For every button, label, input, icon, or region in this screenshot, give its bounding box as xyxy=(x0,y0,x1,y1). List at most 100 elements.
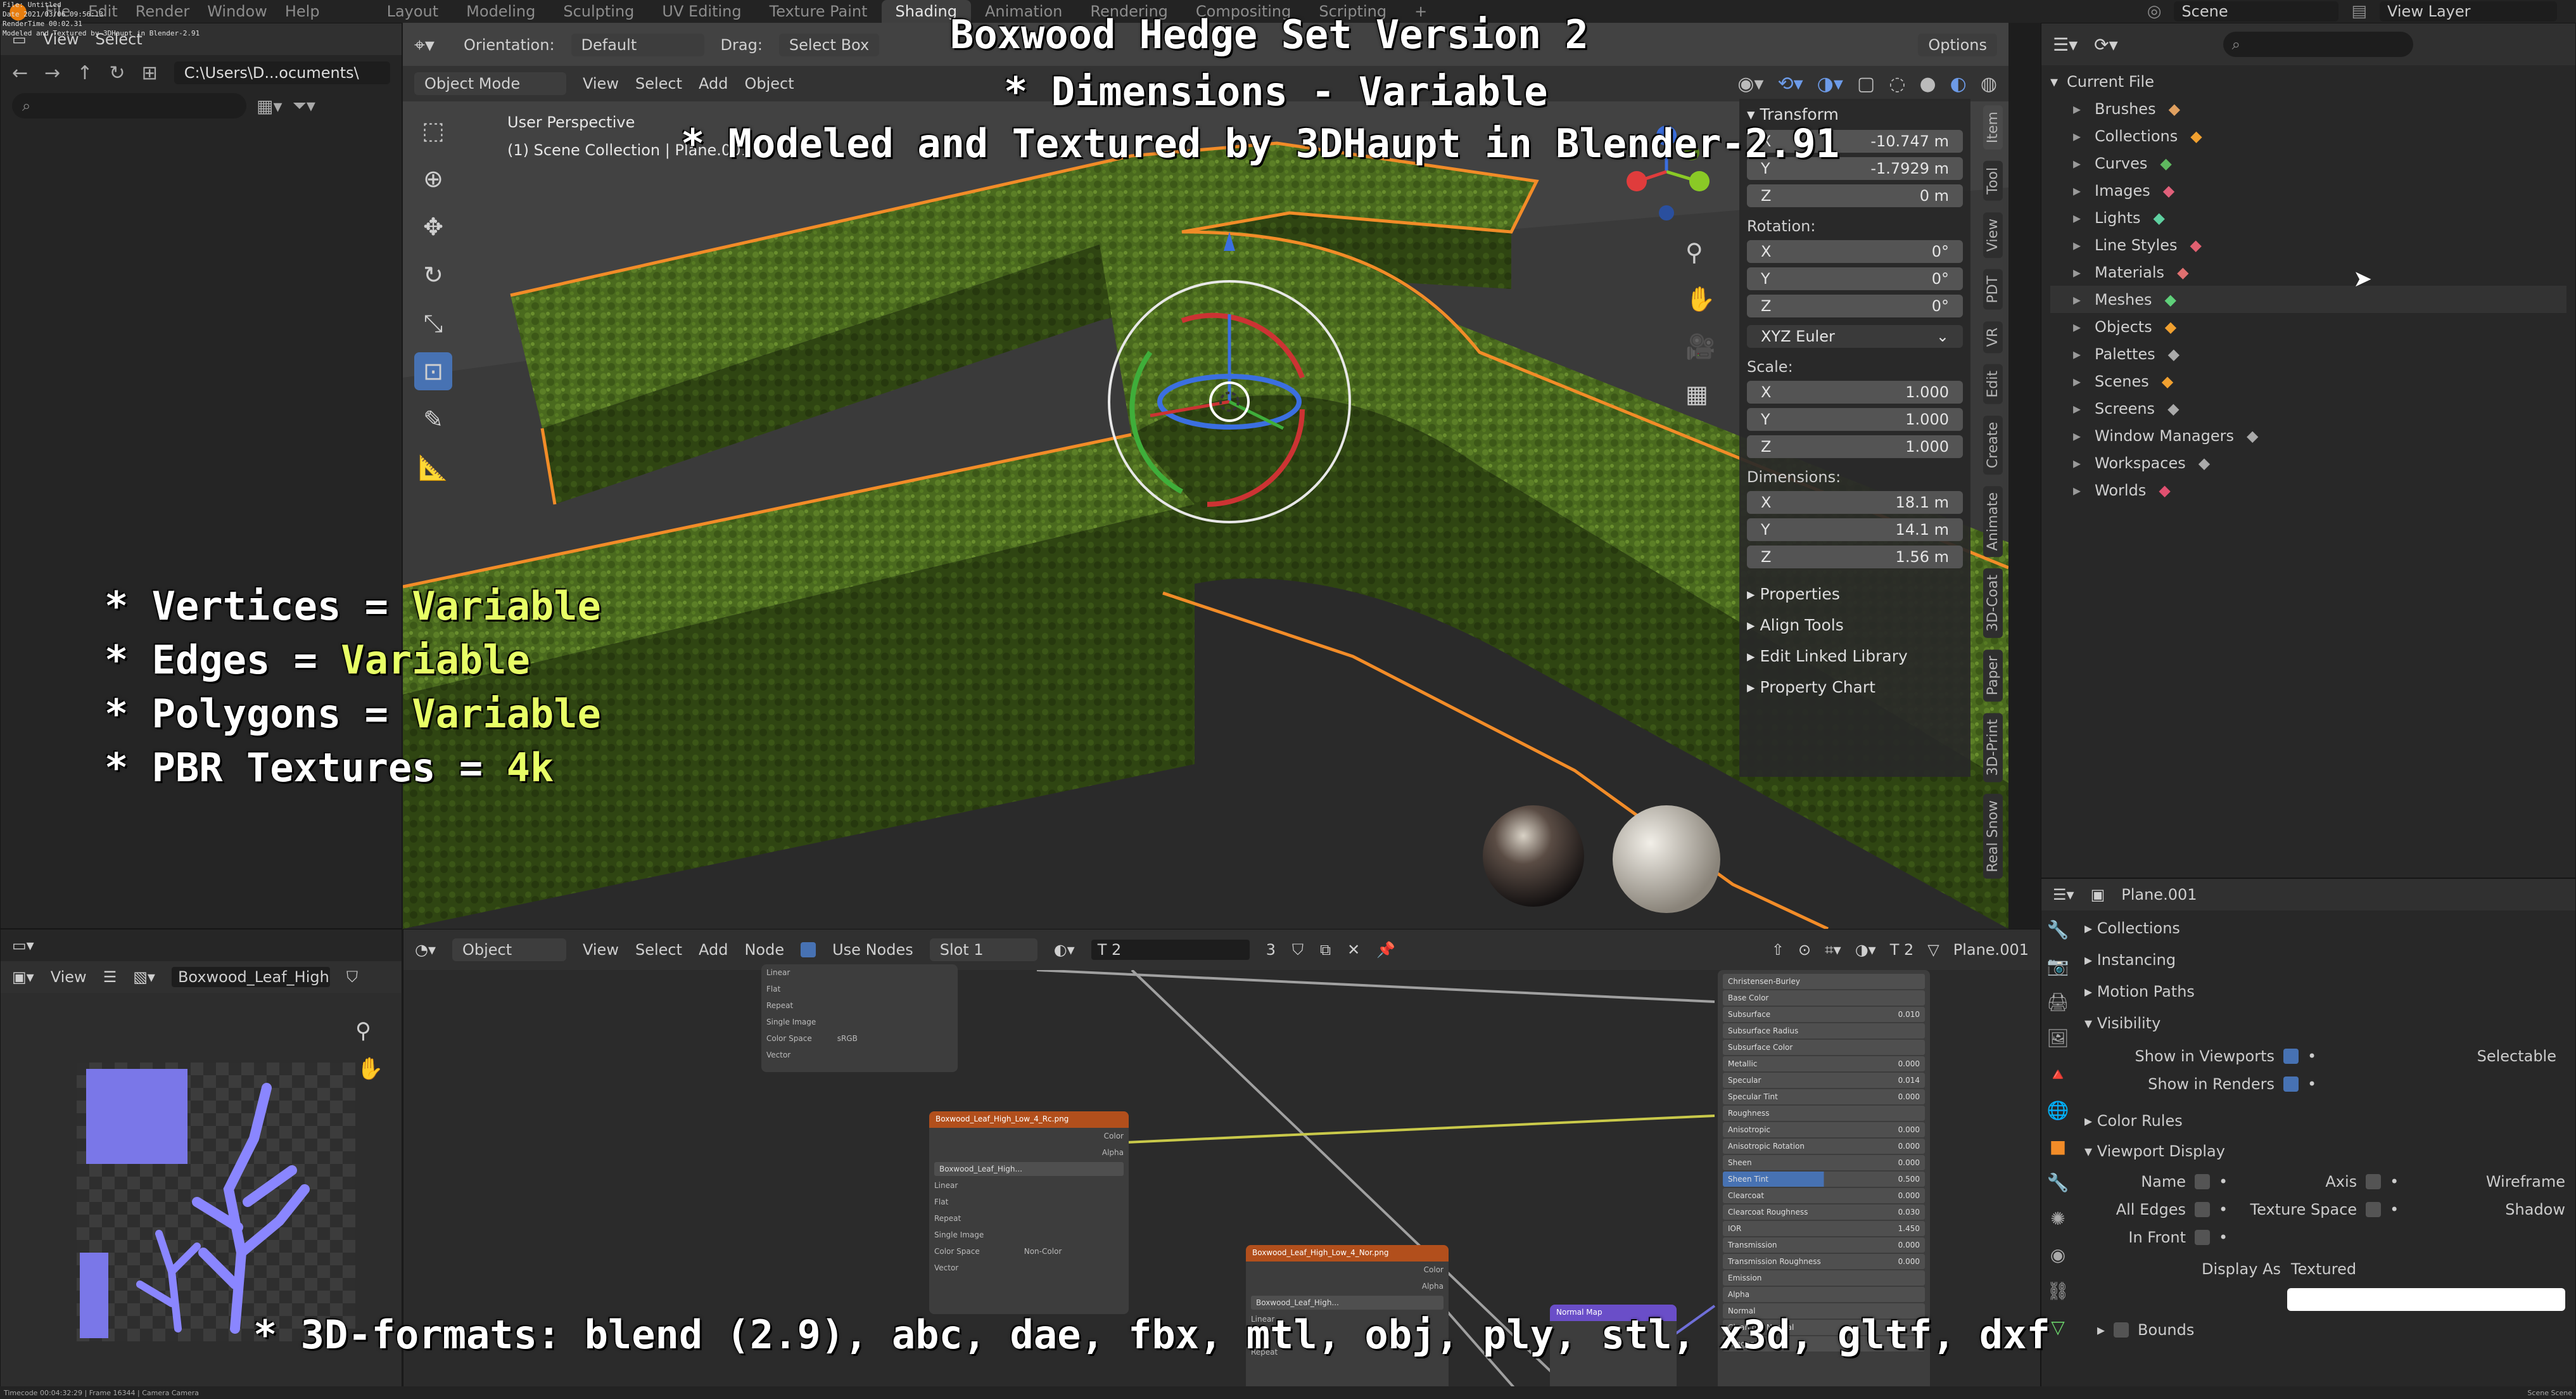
bsdf-input[interactable]: IOR 1.450 xyxy=(1723,1221,1925,1236)
transform-tool-icon[interactable]: ⌖▾ xyxy=(414,34,435,56)
outliner-item[interactable]: ▸ Line Styles ◆ xyxy=(2050,231,2566,259)
expand-arrow-icon[interactable]: ▸ xyxy=(2073,318,2081,336)
node-option[interactable]: Single Image xyxy=(761,1014,958,1030)
menu-window[interactable]: Window xyxy=(198,3,276,20)
pan-hand-icon[interactable]: ✋ xyxy=(1685,285,1715,314)
world-props-icon[interactable]: 🌐 xyxy=(2047,1100,2069,1121)
image-pan-icon[interactable]: ✋ xyxy=(357,1056,383,1082)
parent-node-tree-icon[interactable]: ⇧ xyxy=(1772,941,1784,959)
color-rules-section[interactable]: ▸ Color Rules xyxy=(2084,1112,2565,1130)
scale-y-field[interactable]: Y 1.000 xyxy=(1747,408,1963,431)
parent-dir-icon[interactable]: ↑ xyxy=(77,62,92,84)
constraint-props-icon[interactable]: ⛓ xyxy=(2046,1281,2069,1301)
expand-arrow-icon[interactable]: ▸ xyxy=(2073,454,2081,472)
output-props-icon[interactable]: 🖨 xyxy=(2046,992,2069,1013)
in-front-checkbox[interactable] xyxy=(2195,1230,2210,1245)
xray-icon[interactable]: ▢ xyxy=(1857,73,1875,95)
data-props-icon[interactable]: ▽ xyxy=(2051,1317,2065,1338)
keyframe-dot[interactable]: • xyxy=(2307,1047,2316,1065)
display-as-value[interactable]: Textured xyxy=(2291,1260,2356,1278)
bsdf-input[interactable]: Subsurface Radius xyxy=(1723,1023,1925,1038)
expand-arrow-icon[interactable]: ▸ xyxy=(2073,264,2081,281)
node-menu-add[interactable]: Add xyxy=(699,941,728,959)
rotation-z-field[interactable]: Z 0° xyxy=(1747,295,1963,317)
motion-paths-section[interactable]: ▸ Motion Paths xyxy=(2084,983,2565,1000)
move-tool-icon[interactable]: ✥ xyxy=(414,208,452,246)
expand-arrow-icon[interactable]: ▸ xyxy=(2073,291,2081,309)
shader-type-dropdown[interactable]: Object xyxy=(452,938,566,961)
pin-icon[interactable]: 📌 xyxy=(1376,941,1395,959)
bsdf-input[interactable]: Roughness xyxy=(1723,1106,1925,1121)
outliner-item[interactable]: ▸ Materials ◆ xyxy=(2050,259,2566,286)
tab-view[interactable]: View xyxy=(1983,212,2003,259)
image-texture-node-rc[interactable]: Boxwood_Leaf_High_Low_4_Rc.png Color Alp… xyxy=(929,1111,1129,1314)
particles-props-icon[interactable]: ✺ xyxy=(2050,1208,2065,1229)
select-box-tool-icon[interactable]: ⬚ xyxy=(414,112,452,150)
node-option[interactable]: Flat xyxy=(929,1194,1129,1210)
rotate-tool-icon[interactable]: ↻ xyxy=(414,256,452,294)
keyframe-dot[interactable]: • xyxy=(2307,1075,2316,1093)
orientation-dropdown[interactable]: Default xyxy=(571,34,704,56)
bsdf-input[interactable]: Anisotropic 0.000 xyxy=(1723,1122,1925,1137)
viewport-menu-object[interactable]: Object xyxy=(744,75,794,93)
property-chart-section[interactable]: ▸ Property Chart xyxy=(1747,678,1963,696)
overlay-icon[interactable]: ◑▾ xyxy=(1855,941,1876,959)
expand-arrow-icon[interactable]: ▸ xyxy=(2073,155,2081,172)
visibility-section[interactable]: ▾ Visibility xyxy=(2084,1014,2565,1032)
properties-section[interactable]: ▸ Properties xyxy=(1747,585,1963,603)
bsdf-input[interactable]: Alpha xyxy=(1723,1287,1925,1302)
annotate-tool-icon[interactable]: ✎ xyxy=(414,400,452,438)
object-name-field[interactable]: Plane.001 xyxy=(2121,886,2564,904)
back-arrow-icon[interactable]: ← xyxy=(12,62,28,84)
bsdf-input[interactable]: Transmission Roughness 0.000 xyxy=(1723,1254,1925,1269)
expand-arrow-icon[interactable]: ▸ xyxy=(2073,400,2081,418)
outliner-editor-icon[interactable]: ☰▾ xyxy=(2053,34,2078,55)
viewport-display-section[interactable]: ▾ Viewport Display xyxy=(2084,1142,2565,1160)
outliner-item[interactable]: ▸ Screens ◆ xyxy=(2050,395,2566,422)
expand-arrow-icon[interactable]: ▸ xyxy=(2073,427,2081,445)
image-texture-node-top[interactable]: Linear Flat Repeat Single Image Color Sp… xyxy=(761,964,958,1072)
ortho-grid-icon[interactable]: ▦ xyxy=(1685,380,1715,408)
image-datablock[interactable]: Boxwood_Leaf_High... xyxy=(1251,1296,1443,1310)
measure-tool-icon[interactable]: 📐 xyxy=(414,449,452,487)
use-nodes-checkbox[interactable] xyxy=(801,942,816,957)
viewport-menu-select[interactable]: Select xyxy=(635,75,682,93)
display-mode-icon[interactable]: ⟳▾ xyxy=(2094,34,2118,55)
tab-pdt[interactable]: PDT xyxy=(1983,269,2003,310)
outliner-item[interactable]: ▸ Worlds ◆ xyxy=(2050,476,2566,504)
outliner-item[interactable]: ▸ Collections ◆ xyxy=(2050,122,2566,150)
overlay-toggle-icon[interactable]: ◑▾ xyxy=(1817,73,1843,95)
expand-arrow-icon[interactable]: ▸ xyxy=(2073,127,2081,145)
outliner-root[interactable]: ▾ Current File xyxy=(2050,68,2566,95)
outliner-item[interactable]: ▸ Palettes ◆ xyxy=(2050,340,2566,367)
color-field[interactable] xyxy=(2287,1288,2565,1311)
properties-editor-icon[interactable]: ☰▾ xyxy=(2053,886,2074,904)
node-option[interactable]: Repeat xyxy=(929,1210,1129,1227)
rotation-x-field[interactable]: X 0° xyxy=(1747,240,1963,263)
image-shield-icon[interactable]: ⛉ xyxy=(346,968,358,986)
scale-z-field[interactable]: Z 1.000 xyxy=(1747,435,1963,458)
unlink-material-icon[interactable]: ✕ xyxy=(1347,941,1360,959)
tab-create[interactable]: Create xyxy=(1983,415,2003,475)
bsdf-input[interactable]: Sheen 0.000 xyxy=(1723,1155,1925,1170)
tab-paper[interactable]: Paper xyxy=(1983,649,2003,702)
bsdf-input[interactable]: Specular 0.014 xyxy=(1723,1073,1925,1088)
node-option[interactable]: Linear xyxy=(929,1177,1129,1194)
viewport-menu-view[interactable]: View xyxy=(583,75,619,93)
tab-texture-paint[interactable]: Texture Paint xyxy=(756,0,882,23)
bsdf-input[interactable]: Clearcoat Roughness 0.030 xyxy=(1723,1204,1925,1220)
scale-tool-icon[interactable]: ⤡ xyxy=(414,304,452,342)
physics-props-icon[interactable]: ◉ xyxy=(2050,1244,2065,1265)
image-name-field[interactable]: Boxwood_Leaf_High... xyxy=(171,967,330,987)
outliner-item[interactable]: ▸ Workspaces ◆ xyxy=(2050,449,2566,476)
color-space-row[interactable]: Color Space Non-Color xyxy=(929,1243,1129,1260)
all-edges-checkbox[interactable] xyxy=(2195,1202,2210,1217)
camera-view-icon[interactable]: 🎥 xyxy=(1685,333,1715,361)
hamburger-icon[interactable]: ☰ xyxy=(103,968,117,986)
fake-user-icon[interactable]: ⛉ xyxy=(1292,941,1304,959)
tab-3d-print[interactable]: 3D-Print xyxy=(1983,713,2003,783)
new-folder-icon[interactable]: ⊞ xyxy=(142,62,158,84)
dimension-y-field[interactable]: Y 14.1 m xyxy=(1747,518,1963,541)
outliner-item[interactable]: ▸ Scenes ◆ xyxy=(2050,367,2566,395)
material-name-field[interactable]: T 2 xyxy=(1091,940,1250,960)
